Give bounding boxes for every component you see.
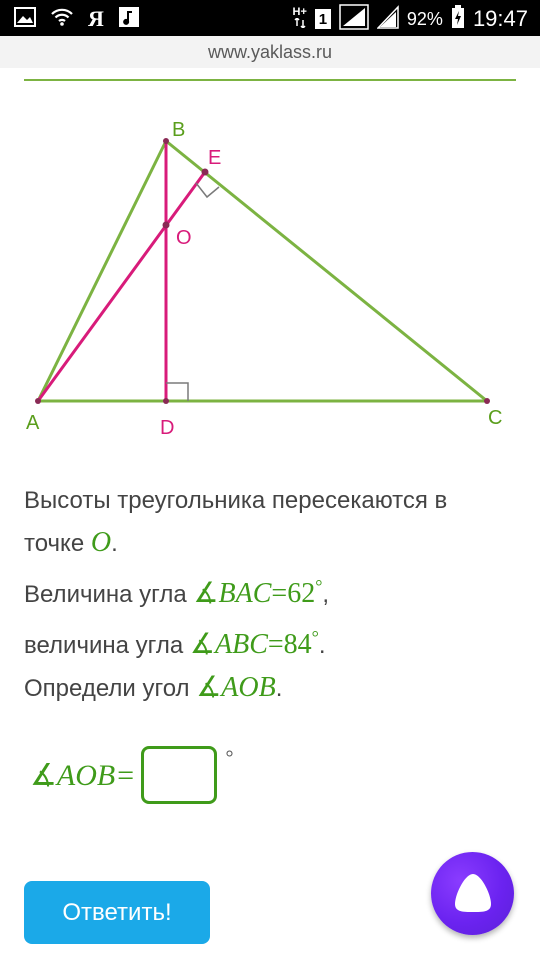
point-e-dot xyxy=(201,168,209,176)
signal-strength-2-icon xyxy=(376,5,399,33)
angle-abc: ∡ABC=84 xyxy=(189,629,312,660)
point-o-symbol: O xyxy=(90,527,112,558)
point-a-dot xyxy=(35,398,41,404)
gallery-icon xyxy=(14,7,36,31)
clock: 19:47 xyxy=(472,6,528,31)
url-bar[interactable]: www.yaklass.ru xyxy=(0,36,540,68)
side-ab xyxy=(36,140,168,402)
problem-line-4: величина угла ∡ABC=84°. xyxy=(24,627,326,660)
problem-line-2: точке O. xyxy=(24,527,118,558)
problem-line-1: Высоты треугольника пересекаются в xyxy=(24,487,448,514)
answer-input[interactable] xyxy=(141,746,218,804)
sim-slot-badge: 1 xyxy=(314,9,331,29)
point-o-dot xyxy=(162,221,170,229)
label-b: B xyxy=(172,119,185,141)
url-text: www.yaklass.ru xyxy=(207,42,333,62)
angle-bac: ∡BAC=62 xyxy=(193,578,316,609)
point-c-dot xyxy=(484,398,490,404)
battery-charging-icon xyxy=(451,5,465,33)
battery-percentage: 92% xyxy=(406,8,443,29)
label-e: E xyxy=(208,147,221,169)
label-d: D xyxy=(160,417,174,439)
status-bar: Я H+ 1 92% 19:47 xyxy=(0,0,540,36)
point-b-dot xyxy=(163,138,169,144)
wifi-icon xyxy=(50,7,74,31)
angle-aob: ∡AOB xyxy=(196,672,276,703)
assistant-icon xyxy=(455,874,491,912)
triangle-diagram: A B C D E O xyxy=(0,100,540,450)
section-divider xyxy=(24,79,516,81)
altitude-ae xyxy=(36,171,207,402)
right-angle-mark-e xyxy=(195,182,220,199)
problem-statement: Высоты треугольника пересекаются в точке… xyxy=(24,480,514,710)
label-a: A xyxy=(26,412,40,434)
side-bc xyxy=(165,139,488,403)
label-o: O xyxy=(176,227,192,249)
signal-strength-icon xyxy=(339,4,369,34)
point-d-dot xyxy=(163,398,169,404)
label-c: C xyxy=(488,407,502,429)
alice-assistant-button[interactable] xyxy=(431,852,514,935)
music-app-icon xyxy=(118,6,140,32)
answer-label: ∡AOB= xyxy=(30,758,136,792)
yandex-icon: Я xyxy=(88,6,104,31)
answer-degree-unit: ° xyxy=(225,747,234,769)
problem-line-3: Величина угла ∡BAC=62°, xyxy=(24,576,330,609)
right-angle-mark-d xyxy=(166,382,189,401)
problem-line-5: Определи угол ∡AOB. xyxy=(24,672,283,703)
answer-row: ∡AOB= ° xyxy=(30,745,233,805)
submit-button[interactable]: Ответить! xyxy=(24,881,210,944)
network-type: H+ xyxy=(293,7,307,31)
